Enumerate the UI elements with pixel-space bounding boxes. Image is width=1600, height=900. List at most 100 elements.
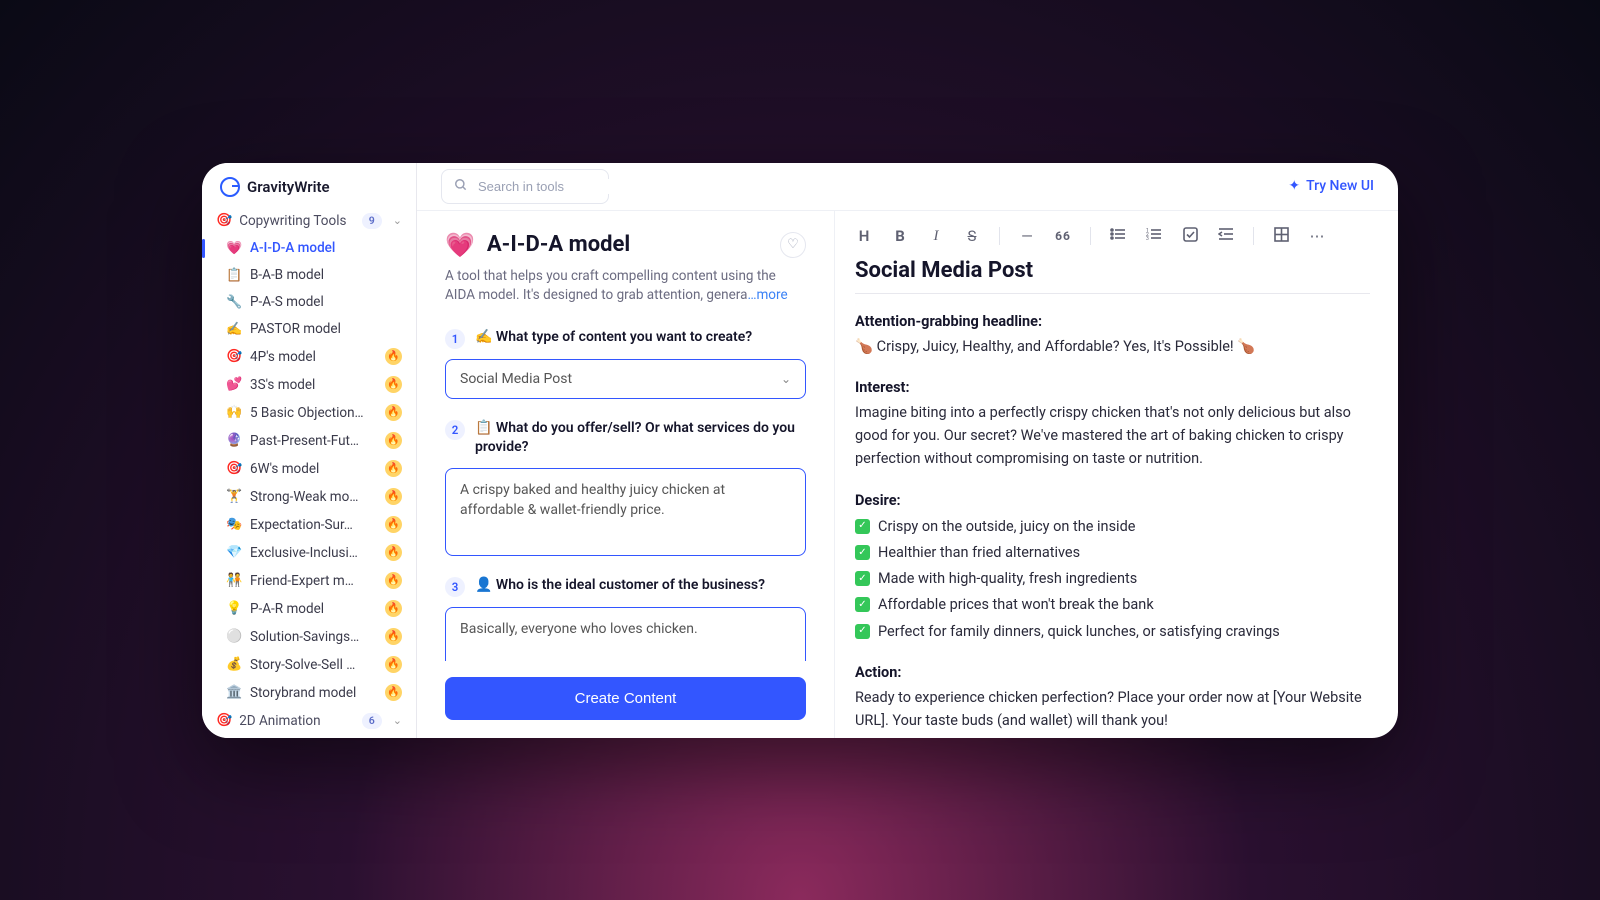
- sidebar-item-5[interactable]: 💕 3S's model 🔥: [202, 371, 416, 399]
- output-interest: Interest: Imagine biting into a perfectl…: [855, 376, 1370, 471]
- content-row: 💗 A-I-D-A model ♡ A tool that helps you …: [417, 211, 1398, 738]
- fire-badge-icon: 🔥: [385, 348, 402, 365]
- chevron-down-icon: ⌄: [393, 714, 402, 727]
- create-content-button[interactable]: Create Content: [445, 677, 806, 720]
- sidebar-item-3[interactable]: ✍️ PASTOR model: [202, 316, 416, 343]
- submit-row: Create Content: [417, 661, 834, 720]
- category-label: 2D Animation: [239, 713, 320, 729]
- fire-badge-icon: 🔥: [385, 488, 402, 505]
- sidebar-item-label: Solution-Savings…: [250, 629, 377, 645]
- desire-item: ✓Made with high-quality, fresh ingredien…: [855, 567, 1370, 590]
- fire-badge-icon: 🔥: [385, 544, 402, 561]
- item-icon: 🎯: [226, 349, 242, 364]
- table-button[interactable]: [1272, 227, 1290, 246]
- fire-badge-icon: 🔥: [385, 432, 402, 449]
- check-icon: ✓: [855, 519, 870, 534]
- desire-label: Desire:: [855, 489, 1370, 512]
- sidebar-item-label: 5 Basic Objection…: [250, 405, 377, 421]
- bold-button[interactable]: B: [891, 227, 909, 245]
- item-icon: 💕: [226, 377, 242, 392]
- sidebar-item-label: P-A-R model: [250, 601, 377, 617]
- field-offer: 2 📋 What do you offer/sell? Or what serv…: [445, 419, 806, 556]
- sidebar-item-label: Expectation-Sur…: [250, 517, 377, 533]
- more-button[interactable]: ⋯: [1308, 227, 1326, 245]
- fire-badge-icon: 🔥: [385, 628, 402, 645]
- italic-button[interactable]: I: [927, 228, 945, 245]
- item-icon: 🏛️: [226, 685, 242, 700]
- sidebar-item-7[interactable]: 🔮 Past-Present-Fut… 🔥: [202, 427, 416, 455]
- hr-button[interactable]: —: [1018, 227, 1036, 245]
- desire-text: Made with high-quality, fresh ingredient…: [878, 567, 1137, 590]
- favorite-button[interactable]: ♡: [780, 232, 806, 258]
- sidebar-item-label: A-I-D-A model: [250, 240, 402, 256]
- sidebar-item-label: Storybrand model: [250, 685, 377, 701]
- sidebar-items: 💗 A-I-D-A model 📋 B-A-B model 🔧 P-A-S mo…: [202, 235, 416, 707]
- outdent-button[interactable]: [1217, 227, 1235, 245]
- item-icon: ✍️: [226, 322, 242, 337]
- sidebar-category-copywriting[interactable]: 🎯 Copywriting Tools 9 ⌄: [202, 207, 416, 235]
- sidebar-item-10[interactable]: 🎭 Expectation-Sur… 🔥: [202, 511, 416, 539]
- fire-badge-icon: 🔥: [385, 404, 402, 421]
- item-icon: 🎭: [226, 517, 242, 532]
- interest-label: Interest:: [855, 376, 1370, 399]
- sidebar-category-1[interactable]: 🎬 3D Animation 3 ⌄: [202, 735, 416, 738]
- output-desire: Desire: ✓Crispy on the outside, juicy on…: [855, 489, 1370, 643]
- sidebar-scroll[interactable]: 🎯 Copywriting Tools 9 ⌄ 💗 A-I-D-A model …: [202, 207, 416, 738]
- field-content-type: 1 ✍️ What type of content you want to cr…: [445, 328, 806, 399]
- sidebar-item-15[interactable]: 💰 Story-Solve-Sell … 🔥: [202, 651, 416, 679]
- strike-button[interactable]: S: [963, 227, 981, 245]
- item-icon: 🙌: [226, 405, 242, 420]
- form-scroll[interactable]: 💗 A-I-D-A model ♡ A tool that helps you …: [417, 231, 834, 661]
- sidebar-item-label: PASTOR model: [250, 321, 402, 337]
- sidebar-item-4[interactable]: 🎯 4P's model 🔥: [202, 343, 416, 371]
- tool-header: 💗 A-I-D-A model ♡: [445, 231, 806, 259]
- sidebar-item-14[interactable]: ⚪ Solution-Savings… 🔥: [202, 623, 416, 651]
- sidebar-item-2[interactable]: 🔧 P-A-S model: [202, 289, 416, 316]
- sidebar-item-8[interactable]: 🎯 6W's model 🔥: [202, 455, 416, 483]
- content-type-select[interactable]: Social Media Post ⌄: [445, 359, 806, 399]
- sidebar-item-label: Story-Solve-Sell …: [250, 657, 377, 673]
- brand-logo[interactable]: GravityWrite: [202, 163, 416, 207]
- sidebar-item-6[interactable]: 🙌 5 Basic Objection… 🔥: [202, 399, 416, 427]
- output-title: Social Media Post: [855, 258, 1370, 294]
- checklist-button[interactable]: [1181, 227, 1199, 246]
- offer-textarea[interactable]: [445, 468, 806, 556]
- toolbar-separator: [1090, 227, 1091, 245]
- sidebar-item-label: 3S's model: [250, 377, 377, 393]
- sidebar-item-13[interactable]: 💡 P-A-R model 🔥: [202, 595, 416, 623]
- sidebar-item-11[interactable]: 💎 Exclusive-Inclusi… 🔥: [202, 539, 416, 567]
- ordered-list-button[interactable]: 123: [1145, 227, 1163, 245]
- bullet-list-button[interactable]: [1109, 227, 1127, 245]
- sidebar-item-12[interactable]: 🧑‍🤝‍🧑 Friend-Expert m… 🔥: [202, 567, 416, 595]
- heading-button[interactable]: H: [855, 227, 873, 245]
- quote-button[interactable]: 66: [1054, 229, 1072, 243]
- search-input[interactable]: [478, 179, 654, 194]
- action-label: Action:: [855, 661, 1370, 684]
- item-icon: 🧑‍🤝‍🧑: [226, 573, 242, 588]
- sidebar-item-1[interactable]: 📋 B-A-B model: [202, 262, 416, 289]
- try-new-ui-button[interactable]: ✦ Try New UI: [1288, 178, 1374, 194]
- headline-text: 🍗 Crispy, Juicy, Healthy, and Affordable…: [855, 335, 1370, 358]
- step-badge-2: 2: [445, 420, 465, 440]
- sidebar-item-label: Exclusive-Inclusi…: [250, 545, 377, 561]
- customer-textarea[interactable]: [445, 607, 806, 661]
- category-label: Copywriting Tools: [239, 213, 346, 229]
- check-icon: ✓: [855, 545, 870, 560]
- sidebar-item-0[interactable]: 💗 A-I-D-A model: [202, 235, 416, 262]
- interest-text: Imagine biting into a perfectly crispy c…: [855, 401, 1370, 471]
- fire-badge-icon: 🔥: [385, 516, 402, 533]
- tool-title: A-I-D-A model: [487, 232, 768, 257]
- sidebar-item-16[interactable]: 🏛️ Storybrand model 🔥: [202, 679, 416, 707]
- sidebar-item-9[interactable]: 🏋️ Strong-Weak mo… 🔥: [202, 483, 416, 511]
- editor-toolbar: H B I S — 66 123: [855, 221, 1370, 258]
- desire-text: Perfect for family dinners, quick lunche…: [878, 620, 1280, 643]
- more-link[interactable]: …more: [747, 287, 787, 303]
- search-box[interactable]: [441, 169, 609, 204]
- output-headline: Attention-grabbing headline: 🍗 Crispy, J…: [855, 310, 1370, 358]
- item-icon: 🎯: [226, 461, 242, 476]
- sidebar-category-0[interactable]: 🎯 2D Animation 6 ⌄: [202, 707, 416, 735]
- headline-label: Attention-grabbing headline:: [855, 310, 1370, 333]
- desire-item: ✓Healthier than fried alternatives: [855, 541, 1370, 564]
- item-icon: ⚪: [226, 629, 242, 644]
- fire-badge-icon: 🔥: [385, 376, 402, 393]
